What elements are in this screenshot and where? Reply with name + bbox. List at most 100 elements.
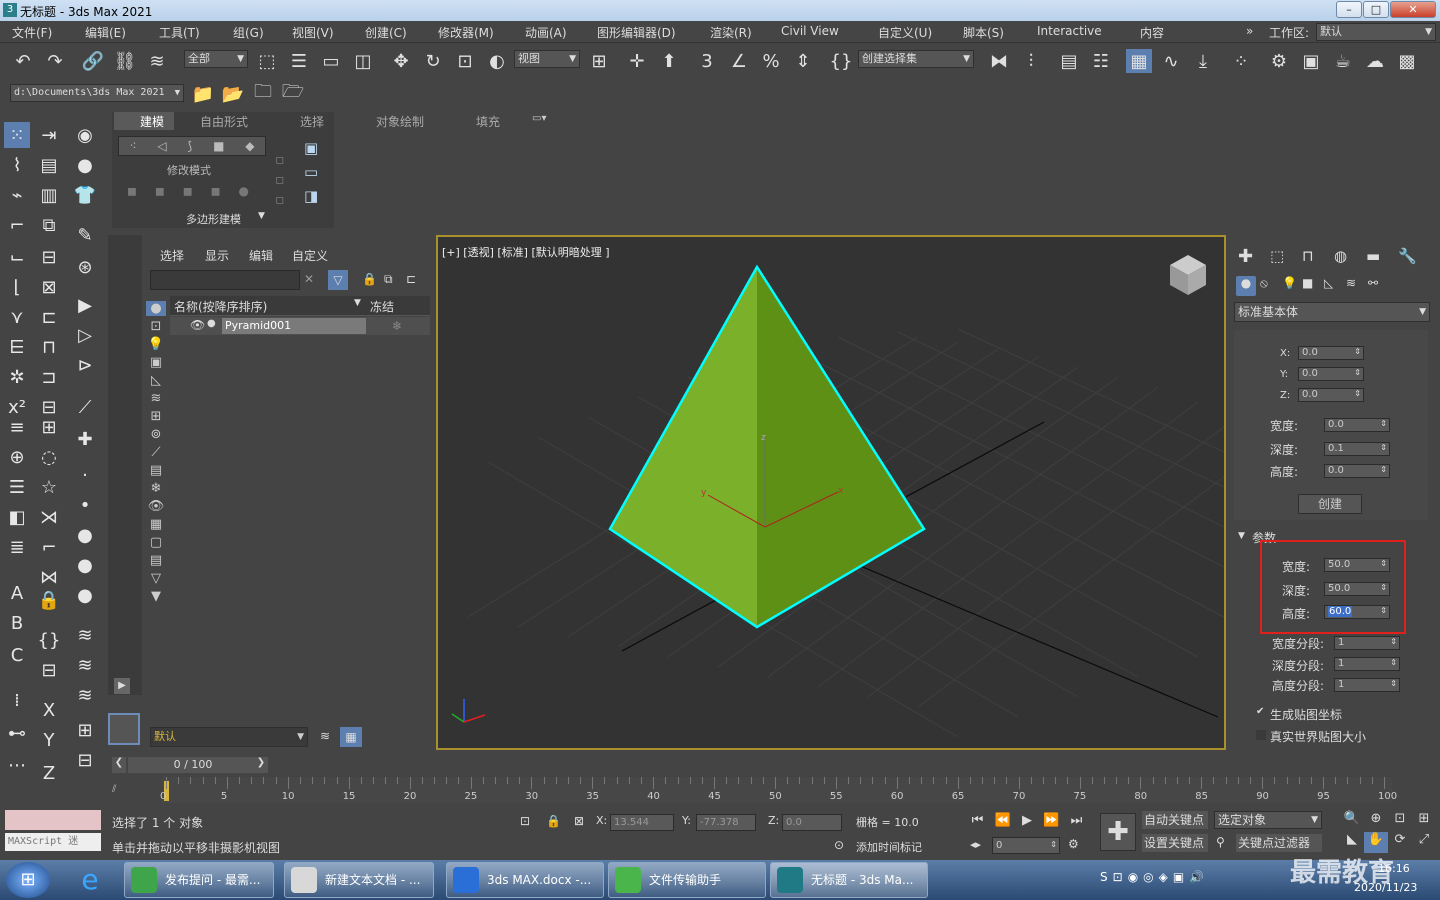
geometry-icon[interactable]: ● [1236,276,1256,296]
filter-hidden-icon[interactable]: 👁 [148,499,165,514]
scene-item-name[interactable]: Pyramid001 [225,319,291,332]
hierarchy-tab-icon[interactable]: ⊓ [1302,247,1314,265]
network-icon[interactable]: ⊡ [1113,870,1123,890]
filter-shapes-icon[interactable]: ⊡ [151,319,162,334]
brace-icon[interactable]: {} [36,627,62,653]
schematic-view-icon[interactable]: ⤓ [1190,49,1216,73]
door-icon[interactable]: ⊐ [36,364,62,390]
clock-time[interactable]: 16:16 [1378,862,1410,875]
collapse-icon[interactable]: ▼ [1238,531,1245,541]
task-3[interactable]: 3ds MAX.docx -... [446,862,604,898]
filter-lights-icon[interactable]: 💡 [148,337,164,352]
ribbon-tool-3-icon[interactable]: ◼ [183,184,193,204]
kb-width-field[interactable]: 0.0 ⇕ [1324,418,1390,432]
bone-icon[interactable]: ⟋ [72,394,98,420]
filter-icon[interactable]: ▽ [328,270,348,290]
filter-groups-icon[interactable]: ⊞ [151,409,162,424]
z-coord-field[interactable]: 0.0 [782,814,842,831]
plus-box-icon[interactable]: ⊞ [72,717,98,743]
filter-list-icon[interactable]: ▦ [150,517,162,532]
tray-icons[interactable]: S ⊡ ◉ ◎ ◈ ▣ 🔊 [1100,870,1280,890]
filter-helpers-icon[interactable]: ◺ [151,373,161,388]
category-select[interactable]: 标准基本体 ▼ [1234,302,1430,322]
modify-tab-icon[interactable]: ⬚ [1270,247,1284,265]
sync-icon[interactable]: ⧉ [384,272,393,287]
archive-icon[interactable]: ⊟ [72,747,98,773]
absolute-mode-icon[interactable]: ⊠ [574,814,584,828]
filter-invert-icon[interactable]: ▽ [151,571,161,586]
menu-scripting[interactable]: 脚本(S) [963,24,1004,41]
stack4-icon[interactable]: ≋ [72,682,98,708]
isolate-icon[interactable]: ⊡ [520,814,530,828]
pivot-icon[interactable]: ⊞ [586,49,612,73]
wechat-icon[interactable]: ◉ [1128,870,1138,890]
snap-icon[interactable]: ⌐ [4,212,30,238]
dot-medium-icon[interactable]: • [72,492,98,518]
layer-explorer-icon[interactable]: ▤ [1056,49,1082,73]
goto-start-icon[interactable]: ⏮ [972,813,984,831]
spacewarps-icon[interactable]: ≋ [1346,276,1356,290]
workspace-select[interactable]: 默认 ▼ [1316,23,1436,41]
snap2-icon[interactable]: ⌙ [4,244,30,270]
stack-icon[interactable]: ⊞ [36,414,62,440]
freeze-icon[interactable]: ❄ [392,319,402,333]
shirt-icon[interactable]: 👕 [72,182,98,208]
clear-search-icon[interactable]: ✕ [304,272,314,286]
ribbon-options-icon[interactable]: ▭▾ [532,113,546,124]
ruler-icon[interactable]: ⊷ [4,720,30,746]
render-icon[interactable]: ▷ [72,322,98,348]
align-icon[interactable]: ⫶ [1018,49,1044,73]
menu-create[interactable]: 创建(C) [365,24,407,41]
angle-snap-icon[interactable]: ∠ [726,49,752,73]
kb-y-field[interactable]: 0.0 ⇕ [1298,367,1364,381]
scene-tab-display[interactable]: 显示 [205,247,229,264]
menu-customize[interactable]: 自定义(U) [878,24,932,41]
globe-icon[interactable]: ⊛ [72,254,98,280]
poly-modeling-label[interactable]: 多边形建模 [186,211,241,227]
menu-content[interactable]: 内容 [1140,24,1164,41]
scene-tab-select[interactable]: 选择 [160,247,184,264]
task-4[interactable]: 文件传输助手 [608,862,766,898]
height-segs-field[interactable]: 1 ⇕ [1334,678,1400,692]
manipulate-icon[interactable]: ✛ [624,49,650,73]
create-empty-project-icon[interactable]: 🗀 [250,81,276,106]
render-production-icon[interactable]: ☕ [1330,49,1356,73]
time-config-icon[interactable]: ⚙ [1068,837,1079,851]
paint-icon[interactable]: ⋿ [4,334,30,360]
redo-icon[interactable]: ↷ [42,49,68,73]
filter-xrefs-icon[interactable]: ⊚ [151,427,162,442]
selection-lock-icon[interactable]: 🔒 [546,814,561,828]
width-segs-field[interactable]: 1 ⇕ [1334,636,1400,650]
plus-cross-icon[interactable]: ✚ [72,426,98,452]
text-a-icon[interactable]: A [4,580,30,606]
zoom-extents-icon[interactable]: ⊡ [1388,811,1412,832]
rotate-icon[interactable]: ↻ [420,49,446,73]
time-tag-icon[interactable]: ⊙ [834,838,844,852]
render-grid-icon[interactable]: ▩ [1394,49,1420,73]
text-b-icon[interactable]: B [4,610,30,636]
placement-icon[interactable]: ◐ [484,49,510,73]
dots-icon[interactable]: ⋯ [4,752,30,778]
select-box-icon[interactable]: ◧ [4,504,30,530]
menu-rendering[interactable]: 渲染(R) [710,24,752,41]
circle-gray-icon[interactable]: ● [72,522,98,548]
curve-editor-icon[interactable]: ∿ [1158,49,1184,73]
menu-view[interactable]: 视图(V) [292,24,334,41]
create-project-icon[interactable]: 📂 [220,82,246,106]
name-column-header[interactable]: 名称(按降序排序) [174,298,267,315]
antivirus-icon[interactable]: ◈ [1159,870,1168,890]
shapes-icon[interactable]: ⦸ [1260,276,1268,291]
layer-stack-icon[interactable]: ≋ [320,729,330,743]
add-layer-icon[interactable]: ⊕ [4,444,30,470]
stack-layers-icon[interactable]: ≣ [4,534,30,560]
cameras-icon[interactable]: ■ [1302,276,1313,290]
helpers-icon[interactable]: ◺ [1324,276,1333,290]
mirror-icon[interactable]: ⧓ [986,49,1012,73]
circle-gray3-icon[interactable]: ● [72,582,98,608]
ribbon-tab-modeling[interactable]: 建模 [140,113,164,130]
link-icon[interactable]: 🔗 [80,49,106,73]
menu-tools[interactable]: 工具(T) [159,24,200,41]
render-frame-icon[interactable]: ▶ [72,292,98,318]
lights-icon[interactable]: 💡 [1282,276,1297,290]
viewport-icon[interactable]: ◉ [72,122,98,148]
